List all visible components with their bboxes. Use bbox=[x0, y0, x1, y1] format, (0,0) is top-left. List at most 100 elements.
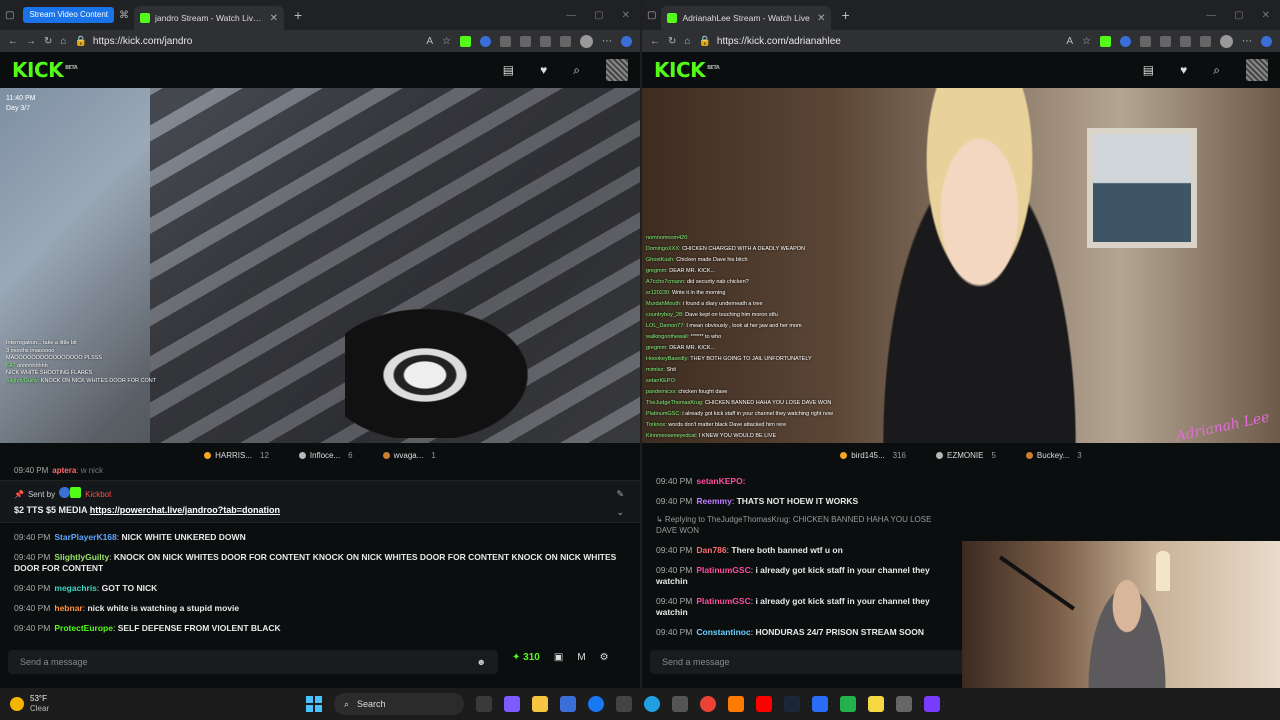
weather-widget[interactable]: 53°F Clear bbox=[10, 694, 49, 714]
new-tab-icon[interactable]: + bbox=[841, 7, 849, 23]
following-heart-icon[interactable]: ♥ bbox=[1180, 63, 1187, 77]
shield-icon[interactable] bbox=[560, 35, 571, 47]
leaderboard-entry[interactable]: HARRIS... 12 bbox=[204, 451, 269, 460]
task-view-icon[interactable] bbox=[476, 696, 492, 712]
predictions-icon[interactable]: ▣ bbox=[554, 652, 563, 663]
extension-gray-icon[interactable] bbox=[500, 35, 511, 47]
user-avatar[interactable] bbox=[1246, 59, 1268, 81]
notes-icon[interactable] bbox=[868, 696, 884, 712]
favorites-icon[interactable] bbox=[1180, 35, 1191, 47]
file-explorer-icon[interactable] bbox=[532, 696, 548, 712]
favorite-star-icon[interactable]: ☆ bbox=[1082, 36, 1091, 47]
shield-icon[interactable] bbox=[1200, 35, 1211, 47]
search-icon[interactable]: ⌕ bbox=[1213, 63, 1220, 78]
reload-icon[interactable]: ↻ bbox=[44, 36, 52, 47]
video-player[interactable]: 11:40 PM Day 3/7 Interrogation... take a… bbox=[0, 88, 640, 443]
leaderboard-entry[interactable]: wvaga... 1 bbox=[382, 451, 436, 460]
steam-icon[interactable] bbox=[784, 696, 800, 712]
kick-k-icon[interactable]: M bbox=[577, 652, 585, 663]
copilot-icon[interactable] bbox=[1261, 35, 1272, 47]
home-icon[interactable]: ⌂ bbox=[684, 36, 690, 47]
message-user[interactable]: setanKEPO: bbox=[696, 476, 745, 486]
store-icon[interactable] bbox=[560, 696, 576, 712]
close-tab-icon[interactable]: ✕ bbox=[270, 13, 278, 24]
message-user[interactable]: Constantinoc bbox=[696, 627, 750, 637]
extension-gray-icon[interactable] bbox=[1140, 35, 1151, 47]
tab-actions-icon[interactable]: ▢ bbox=[5, 10, 14, 21]
reload-icon[interactable]: ↻ bbox=[668, 36, 676, 47]
vlc-icon[interactable] bbox=[728, 696, 744, 712]
leaderboard-entry[interactable]: Buckey... 3 bbox=[1025, 451, 1082, 460]
extension-puzzle-icon[interactable] bbox=[520, 35, 531, 47]
minimize-icon[interactable]: — bbox=[1206, 10, 1216, 21]
chevron-down-icon[interactable]: ⌄ bbox=[616, 507, 624, 518]
tab-group-label[interactable]: Stream Video Content bbox=[23, 7, 115, 23]
close-window-icon[interactable]: ✕ bbox=[622, 10, 630, 21]
edge-icon[interactable] bbox=[644, 696, 660, 712]
message-user[interactable]: Reemmy bbox=[696, 496, 731, 506]
xbox-icon[interactable] bbox=[840, 696, 856, 712]
youtube-icon[interactable] bbox=[756, 696, 772, 712]
app-icon[interactable] bbox=[812, 696, 828, 712]
chat-input[interactable]: Send a message bbox=[650, 650, 970, 674]
more-menu-icon[interactable]: ⋯ bbox=[1242, 36, 1252, 47]
close-window-icon[interactable]: ✕ bbox=[1262, 10, 1270, 21]
facebook-icon[interactable] bbox=[588, 696, 604, 712]
donation-link[interactable]: https://powerchat.live/jandroo?tab=donat… bbox=[90, 505, 280, 515]
home-icon[interactable]: ⌂ bbox=[60, 36, 66, 47]
amazon-icon[interactable] bbox=[616, 696, 632, 712]
extension-blue-icon[interactable] bbox=[1120, 35, 1131, 47]
favorites-icon[interactable] bbox=[540, 35, 551, 47]
message-user[interactable]: Dan786 bbox=[696, 545, 726, 555]
url-field[interactable]: 🔒 https://kick.com/jandro bbox=[74, 36, 418, 47]
extension-blue-icon[interactable] bbox=[480, 35, 491, 47]
browse-icon[interactable]: ▤ bbox=[503, 63, 514, 77]
read-aloud-icon[interactable]: A bbox=[1066, 36, 1073, 47]
tab-actions-icon[interactable]: ▢ bbox=[647, 10, 656, 21]
channel-points[interactable]: ✦ 310 bbox=[512, 652, 540, 663]
settings-gear-icon[interactable]: ⚙ bbox=[600, 652, 609, 663]
browse-icon[interactable]: ▤ bbox=[1143, 63, 1154, 77]
url-field[interactable]: 🔒 https://kick.com/adrianahlee bbox=[698, 36, 1058, 47]
settings-app-icon[interactable] bbox=[896, 696, 912, 712]
chrome-icon[interactable] bbox=[700, 696, 716, 712]
profile-avatar-icon[interactable] bbox=[580, 34, 593, 48]
extension-green-icon[interactable] bbox=[1100, 35, 1111, 47]
emoji-icon[interactable]: ☻ bbox=[477, 657, 486, 667]
profile-avatar-icon[interactable] bbox=[1220, 34, 1233, 48]
maximize-icon[interactable]: ▢ bbox=[594, 10, 603, 21]
favorite-star-icon[interactable]: ☆ bbox=[442, 36, 451, 47]
extension-puzzle-icon[interactable] bbox=[1160, 35, 1171, 47]
close-tab-icon[interactable]: ✕ bbox=[817, 13, 825, 24]
copilot-icon[interactable] bbox=[621, 35, 632, 47]
tab-adrianahlee[interactable]: AdrianahLee Stream - Watch Live ✕ bbox=[661, 6, 832, 30]
user-avatar[interactable] bbox=[606, 59, 628, 81]
windows-start-icon[interactable] bbox=[306, 696, 322, 712]
message-user[interactable]: PlatinumGSC bbox=[696, 565, 750, 575]
read-aloud-icon[interactable]: A bbox=[426, 36, 433, 47]
back-icon[interactable]: ← bbox=[8, 36, 18, 47]
more-menu-icon[interactable]: ⋯ bbox=[602, 36, 612, 47]
maximize-icon[interactable]: ▢ bbox=[1234, 10, 1243, 21]
message-user[interactable]: SlightlyGuilty bbox=[54, 552, 109, 562]
kick-logo[interactable]: KICK BETA bbox=[12, 58, 78, 82]
leaderboard-entry[interactable]: bird145... 316 bbox=[840, 451, 906, 460]
forward-icon[interactable]: → bbox=[26, 36, 36, 47]
message-user[interactable]: hebnar bbox=[54, 603, 82, 613]
obs-icon[interactable] bbox=[924, 696, 940, 712]
leaderboard-entry[interactable]: Infloce... 6 bbox=[298, 451, 353, 460]
message-user[interactable]: PlatinumGSC bbox=[696, 596, 750, 606]
tab-jandro[interactable]: jandro Stream - Watch Live o ✕ bbox=[134, 6, 285, 30]
following-heart-icon[interactable]: ♥ bbox=[540, 63, 547, 77]
calculator-icon[interactable] bbox=[672, 696, 688, 712]
back-icon[interactable]: ← bbox=[650, 36, 660, 47]
minimize-icon[interactable]: — bbox=[566, 10, 576, 21]
leaderboard-entry[interactable]: EZMONIE 5 bbox=[936, 451, 996, 460]
message-user[interactable]: ProtectEurope bbox=[54, 623, 113, 633]
copilot-app-icon[interactable] bbox=[504, 696, 520, 712]
unpin-icon[interactable]: ✎ bbox=[616, 489, 624, 500]
message-user[interactable]: megachris bbox=[54, 583, 97, 593]
taskbar-search[interactable]: ⌕ Search bbox=[334, 693, 464, 715]
video-player[interactable]: nomnomnom420: DomingoXXX: CHICKEN CHARGE… bbox=[642, 88, 1280, 443]
collections-icon[interactable]: ⌘ bbox=[119, 10, 129, 21]
